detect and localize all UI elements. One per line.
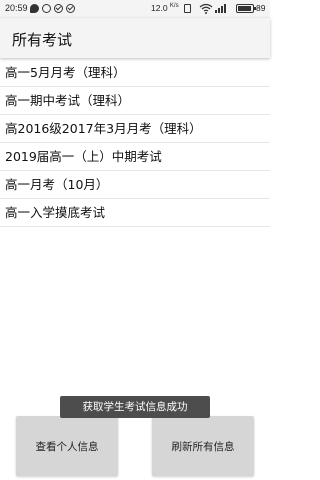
notification-icons	[30, 4, 75, 13]
exam-list-item[interactable]: 高一入学摸底考试	[0, 199, 270, 227]
exam-list-item[interactable]: 高一月考（10月）	[0, 171, 270, 199]
chat-icon	[30, 4, 39, 13]
exam-list-item[interactable]: 2019届高一（上）中期考试	[0, 143, 270, 171]
exam-list-item[interactable]: 高一5月月考（理科）	[0, 59, 270, 87]
view-personal-info-label: 查看个人信息	[35, 440, 99, 453]
status-time: 20:59	[5, 3, 28, 13]
refresh-all-info-label: 刷新所有信息	[171, 440, 235, 453]
app-toolbar: 所有考试	[0, 18, 270, 58]
wifi-icon	[199, 3, 213, 14]
message-icon	[42, 4, 51, 13]
exam-list-item[interactable]: 高一期中考试（理科）	[0, 87, 270, 115]
battery-level: 89	[256, 3, 266, 13]
page-title: 所有考试	[12, 31, 73, 49]
vibrate-icon	[184, 4, 191, 13]
view-personal-info-button[interactable]: 查看个人信息	[16, 416, 118, 476]
check-circle-icon	[54, 4, 63, 13]
refresh-all-info-button[interactable]: 刷新所有信息	[152, 416, 254, 476]
exam-list-item[interactable]: 高2016级2017年3月月考（理科）	[0, 115, 270, 143]
toast-message: 获取学生考试信息成功	[60, 396, 210, 418]
exam-list: 高一5月月考（理科） 高一期中考试（理科） 高2016级2017年3月月考（理科…	[0, 59, 270, 227]
check-circle-icon	[66, 4, 75, 13]
signal-icon	[215, 4, 226, 13]
status-bar: 20:59 12.0 K/s 89	[0, 0, 270, 18]
network-speed: 12.0 K/s	[151, 3, 179, 13]
battery-icon	[236, 4, 256, 13]
